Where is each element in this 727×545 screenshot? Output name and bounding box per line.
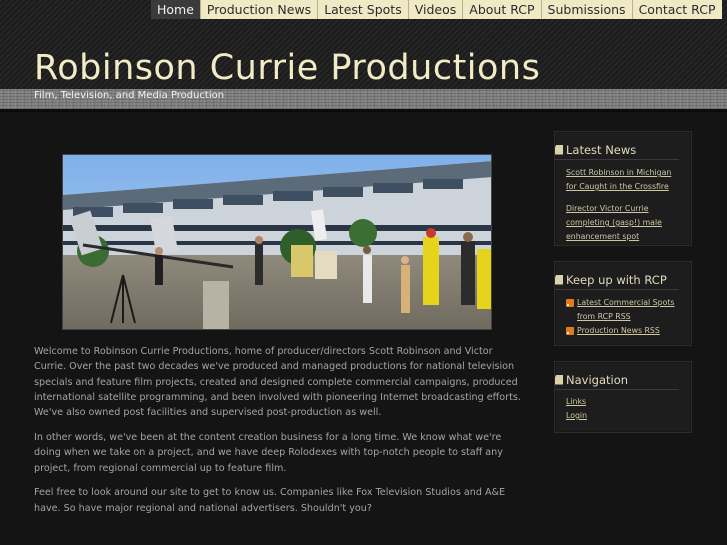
nav-item-submissions[interactable]: Submissions <box>541 0 633 19</box>
invite-paragraph: Feel free to look around our site to get… <box>34 487 506 514</box>
nav-item-home[interactable]: Home <box>151 0 201 19</box>
intro-paragraph: Welcome to Robinson Currie Productions, … <box>34 346 521 419</box>
site-title[interactable]: Robinson Currie Productions <box>34 48 540 88</box>
rss-feed-link[interactable]: Production News RSS <box>577 324 660 338</box>
login-link[interactable]: Login <box>566 409 681 423</box>
latest-news-widget: Latest News Scott Robinson in Michigan f… <box>554 131 692 246</box>
rss-feed-item: Production News RSS <box>566 324 681 338</box>
main-content: Welcome to Robinson Currie Productions, … <box>34 344 522 525</box>
main-nav: Home Production News Latest Spots Videos… <box>151 0 722 19</box>
news-item-link[interactable]: Director Victor Currie completing (gasp!… <box>566 202 681 244</box>
rss-icon <box>566 327 574 335</box>
news-item-link[interactable]: Scott Robinson in Michigan for Caught in… <box>566 166 681 194</box>
navigation-title: Navigation <box>566 372 629 387</box>
links-link[interactable]: Links <box>566 395 681 409</box>
nav-item-contact-rcp[interactable]: Contact RCP <box>632 0 722 19</box>
latest-news-title: Latest News <box>566 142 637 157</box>
nav-item-latest-spots[interactable]: Latest Spots <box>318 0 409 19</box>
site-tagline: Film, Television, and Media Production <box>34 90 225 101</box>
leaf-icon <box>555 374 563 385</box>
nav-item-videos[interactable]: Videos <box>408 0 464 19</box>
navigation-widget: Navigation Links Login <box>554 361 692 433</box>
navigation-heading: Navigation <box>555 372 679 390</box>
leaf-icon <box>555 274 563 285</box>
rss-feed-item: Latest Commercial Spots from RCP RSS <box>566 296 681 324</box>
hero-photo <box>62 154 492 330</box>
rss-icon <box>566 299 574 307</box>
hero-photo-illustration <box>63 155 491 329</box>
keep-up-title: Keep up with RCP <box>566 272 667 287</box>
experience-paragraph: In other words, we've been at the conten… <box>34 431 503 474</box>
leaf-icon <box>555 144 563 155</box>
nav-item-about-rcp[interactable]: About RCP <box>463 0 542 19</box>
keep-up-widget: Keep up with RCP Latest Commercial Spots… <box>554 261 692 346</box>
latest-news-heading: Latest News <box>555 142 679 160</box>
nav-item-production-news[interactable]: Production News <box>200 0 319 19</box>
rss-feed-link[interactable]: Latest Commercial Spots from RCP RSS <box>577 296 681 324</box>
keep-up-heading: Keep up with RCP <box>555 272 679 290</box>
